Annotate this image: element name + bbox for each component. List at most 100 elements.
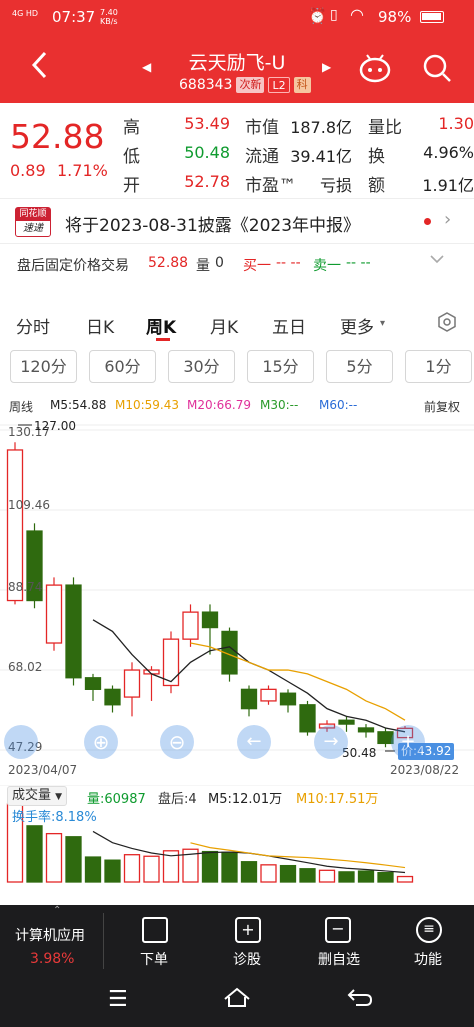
stock-title: 云天励飞-U <box>188 52 286 74</box>
turnover-rate: 换手率:8.18% <box>12 810 97 825</box>
candle-body <box>162 638 180 687</box>
dropdown-arrow-icon: ▼ <box>55 792 63 802</box>
diagnose-button[interactable]: + 诊股 <box>219 905 275 975</box>
more-dropdown-icon[interactable]: ▾ <box>380 318 385 329</box>
y-tick-2: 109.46 <box>8 498 50 512</box>
battery-icon <box>420 11 444 23</box>
pan-left-button[interactable]: ← <box>237 725 271 759</box>
zoom-in-button[interactable]: ⊕ <box>84 725 118 759</box>
indicator-dropdown-label: 成交量 <box>12 788 52 803</box>
chevron-down-icon[interactable] <box>428 250 446 272</box>
new-stock-badge: 次新 <box>236 77 265 93</box>
order-label: 下单 <box>140 952 168 968</box>
menu-circle-icon: ≡ <box>416 917 442 943</box>
android-menu-icon[interactable]: ☰ <box>108 987 128 1012</box>
float-cap-label: 流通 <box>245 147 279 167</box>
subtab-15min[interactable]: 15分 <box>247 350 314 383</box>
amount-label: 额 <box>368 176 385 196</box>
low-label: 低 <box>123 147 140 167</box>
news-text: 将于2023-08-31披露《2023年中报》 <box>65 216 361 236</box>
min-price-marker: 50.48 <box>342 746 377 760</box>
after-hours-price: 52.88 <box>148 255 189 271</box>
sector-name[interactable]: 计算机应用 <box>15 925 85 945</box>
after-hours-volume: 盘后:4 <box>158 792 197 807</box>
news-arrow-icon: › <box>444 209 452 230</box>
volume-bar <box>26 825 43 883</box>
market-cap-value: 187.8亿 <box>290 118 352 137</box>
amount-value: 1.91亿 <box>422 176 474 195</box>
market-cap-label: 市值 <box>245 118 279 138</box>
settings-hexagon-icon[interactable] <box>436 311 458 337</box>
volume-bar <box>123 854 141 883</box>
stock-code-row: 688343 次新 L2 科 <box>179 76 311 94</box>
diagnose-label: 诊股 <box>233 952 261 968</box>
vol-ma10: M10:17.51万 <box>296 792 379 807</box>
subtab-120min[interactable]: 120分 <box>10 350 77 383</box>
l2-badge: L2 <box>268 77 290 93</box>
tab-daily-k[interactable]: 日K <box>86 313 114 338</box>
pan-right-button[interactable]: → <box>314 725 348 759</box>
subtab-30min[interactable]: 30分 <box>168 350 235 383</box>
after-hours-vol-label: 量 <box>196 258 210 274</box>
crosshair-button[interactable]: + <box>391 725 425 759</box>
vibrate-icon: ▯ <box>330 7 338 23</box>
android-home-icon[interactable] <box>222 985 252 1013</box>
volume-bar <box>240 861 258 883</box>
candle-body <box>279 692 297 706</box>
alarm-icon: ⏰ <box>308 7 327 25</box>
zoom-out-button[interactable]: ⊖ <box>160 725 194 759</box>
subtab-1min[interactable]: 1分 <box>405 350 472 383</box>
subtab-5min[interactable]: 5分 <box>326 350 393 383</box>
tab-weekly-k[interactable]: 周K <box>146 313 176 338</box>
volume-bar <box>84 856 102 883</box>
volume-bar <box>279 864 297 883</box>
volume-bar <box>299 868 316 883</box>
candle-body <box>65 584 82 679</box>
buy1-value: -- -- <box>276 255 301 271</box>
subtab-60min[interactable]: 60分 <box>89 350 156 383</box>
volume-bar <box>104 859 121 883</box>
news-bar[interactable]: 同花顺 速递 将于2023-08-31披露《2023年中报》 › <box>0 198 474 244</box>
volume-ratio-value: 1.30 <box>438 114 474 133</box>
candle-body <box>6 449 24 602</box>
tab-five-day[interactable]: 五日 <box>272 313 306 338</box>
y-tick-4: 68.02 <box>8 660 43 674</box>
sector-change: 3.98% <box>30 951 75 967</box>
tab-intraday[interactable]: 分时 <box>16 313 50 338</box>
tab-monthly-k[interactable]: 月K <box>210 313 238 338</box>
functions-button[interactable]: ≡ 功能 <box>400 905 456 975</box>
pe-value: 亏损 <box>319 176 352 195</box>
indicator-dropdown[interactable]: 成交量 ▼ <box>7 786 68 806</box>
remove-watchlist-label: 删自选 <box>318 952 360 968</box>
price-change: 0.89 <box>10 161 46 180</box>
sell1-label: 卖一 <box>313 258 341 274</box>
tab-more[interactable]: 更多 <box>340 313 374 338</box>
price-change-pct: 1.71% <box>57 161 108 180</box>
ths-express-logo: 同花顺 速递 <box>15 207 51 237</box>
order-button[interactable]: 下单 <box>126 905 182 975</box>
open-value: 52.78 <box>184 172 230 191</box>
net-speed-unit: KB/s <box>100 17 118 26</box>
collapse-up-icon[interactable]: ⌃ <box>53 905 61 916</box>
remove-watchlist-button[interactable]: − 删自选 <box>305 905 369 975</box>
functions-label: 功能 <box>414 952 442 968</box>
volume-bar <box>357 870 375 883</box>
android-back-icon[interactable] <box>346 987 374 1011</box>
candle-body <box>299 704 316 733</box>
diagnose-plus-icon: + <box>235 917 261 943</box>
x-end-date: 2023/08/22 <box>390 763 460 777</box>
robot-assistant-icon[interactable] <box>358 52 392 88</box>
search-icon[interactable] <box>422 53 452 87</box>
turnover-value: 4.96% <box>423 143 474 162</box>
battery-percent: 98% <box>378 8 412 26</box>
board-badge: 科 <box>293 77 311 93</box>
volume-bar <box>377 871 394 883</box>
next-stock-icon[interactable]: ▶ <box>322 60 331 74</box>
zoom-in-left-button[interactable] <box>4 725 38 759</box>
candle-body <box>123 669 141 698</box>
after-hours-bar[interactable]: 盘后固定价格交易 52.88 量 0 买一 -- -- 卖一 -- -- <box>0 244 474 282</box>
status-time: 07:37 <box>52 8 96 26</box>
stock-code: 688343 <box>179 77 233 93</box>
volume-ratio-label: 量比 <box>368 118 402 138</box>
candle-body <box>84 677 102 690</box>
